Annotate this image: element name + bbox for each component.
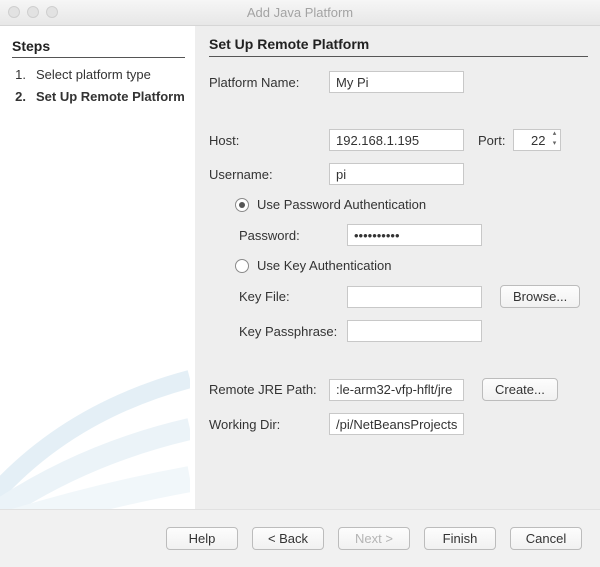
platform-name-label: Platform Name:	[209, 75, 329, 90]
username-input[interactable]	[329, 163, 464, 185]
workdir-input[interactable]	[329, 413, 464, 435]
window-title: Add Java Platform	[247, 5, 353, 20]
username-label: Username:	[209, 167, 329, 182]
port-down-icon[interactable]: ▾	[548, 140, 560, 150]
password-input[interactable]	[347, 224, 482, 246]
workdir-label: Working Dir:	[209, 417, 329, 432]
zoom-icon[interactable]	[46, 6, 58, 18]
step-1-num: 1.	[12, 66, 26, 84]
cancel-button[interactable]: Cancel	[510, 527, 582, 550]
decorative-swirl	[0, 359, 190, 509]
port-label: Port:	[478, 133, 505, 148]
form-panel: Set Up Remote Platform Platform Name: Ho…	[195, 26, 600, 509]
step-2-num: 2.	[12, 88, 26, 106]
jre-input[interactable]	[329, 379, 464, 401]
auth-password-label: Use Password Authentication	[257, 197, 426, 212]
help-button[interactable]: Help	[166, 527, 238, 550]
window-controls	[8, 6, 58, 18]
form-heading: Set Up Remote Platform	[209, 36, 588, 57]
port-up-icon[interactable]: ▴	[548, 130, 560, 140]
create-button[interactable]: Create...	[482, 378, 558, 401]
port-input[interactable]	[514, 130, 548, 150]
keyfile-label: Key File:	[239, 289, 347, 304]
host-label: Host:	[209, 133, 329, 148]
port-stepper[interactable]: ▴ ▾	[513, 129, 561, 151]
jre-label: Remote JRE Path:	[209, 382, 329, 397]
keypass-label: Key Passphrase:	[239, 324, 347, 339]
keyfile-input[interactable]	[347, 286, 482, 308]
auth-key-radio[interactable]	[235, 259, 249, 273]
close-icon[interactable]	[8, 6, 20, 18]
finish-button[interactable]: Finish	[424, 527, 496, 550]
next-button[interactable]: Next >	[338, 527, 410, 550]
platform-name-input[interactable]	[329, 71, 464, 93]
auth-password-radio[interactable]	[235, 198, 249, 212]
steps-sidebar: Steps 1. Select platform type 2. Set Up …	[0, 26, 195, 509]
steps-heading: Steps	[12, 38, 185, 58]
auth-key-label: Use Key Authentication	[257, 258, 391, 273]
host-input[interactable]	[329, 129, 464, 151]
browse-button[interactable]: Browse...	[500, 285, 580, 308]
step-1-label: Select platform type	[36, 66, 151, 84]
password-label: Password:	[239, 228, 347, 243]
step-2-label: Set Up Remote Platform	[36, 88, 185, 106]
minimize-icon[interactable]	[27, 6, 39, 18]
step-2: 2. Set Up Remote Platform	[12, 88, 185, 106]
wizard-footer: Help < Back Next > Finish Cancel	[0, 509, 600, 567]
step-1: 1. Select platform type	[12, 66, 185, 84]
titlebar: Add Java Platform	[0, 0, 600, 26]
keypass-input[interactable]	[347, 320, 482, 342]
back-button[interactable]: < Back	[252, 527, 324, 550]
